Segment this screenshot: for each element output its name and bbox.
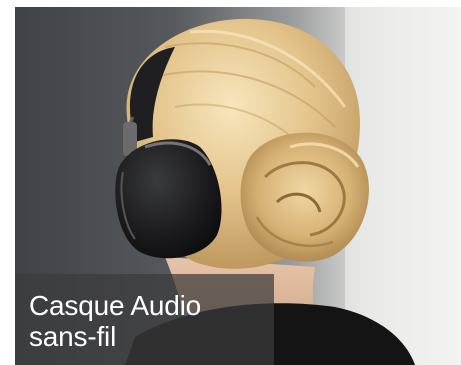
page-frame: Casque Audio sans-fil xyxy=(0,0,461,365)
caption-line-1: Casque Audio xyxy=(29,290,201,321)
product-banner[interactable]: Casque Audio sans-fil xyxy=(15,7,461,365)
caption-line-2: sans-fil xyxy=(29,321,117,352)
banner-caption: Casque Audio sans-fil xyxy=(15,274,274,365)
